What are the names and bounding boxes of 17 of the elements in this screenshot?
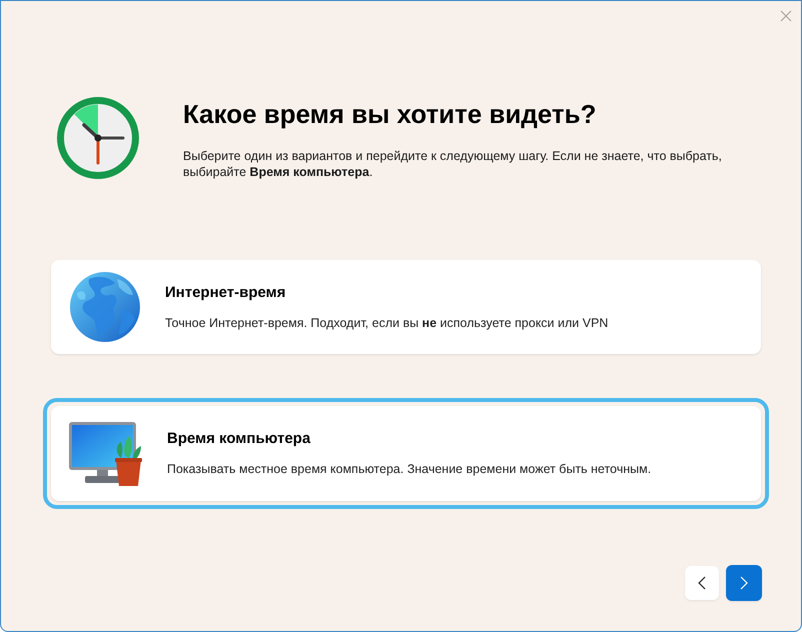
option-card[interactable]: Интернет-время Точное Интернет-время. Подходит, если вы не используете прокси или VPN (51, 260, 761, 354)
monitor-with-plant-icon (69, 422, 143, 486)
dialog-description: Выберите один из вариантов и перейдите к следующему шагу. Если не знаете, что выбрать, выбирайте Время компьютера. (183, 148, 723, 180)
option-title: Интернет-время (165, 284, 287, 302)
globe-icon (69, 271, 141, 343)
close-icon (780, 10, 792, 22)
close-button[interactable] (780, 10, 792, 22)
back-button[interactable] (685, 566, 719, 600)
next-button[interactable] (726, 565, 762, 601)
option-title: Время компьютера (167, 430, 312, 448)
clock-icon (57, 97, 139, 179)
option-description: Показывать местное время компьютера. Значение времени может быть неточным. (167, 461, 652, 477)
option-card[interactable]: Время компьютера Показывать местное время компьютера. Значение времени может быть неточным. (43, 398, 769, 509)
chevron-right-icon (740, 576, 748, 590)
dialog-title: Какое время вы хотите видеть? (183, 99, 598, 129)
option-description: Точное Интернет-время. Подходит, если вы не используете прокси или VPN (165, 314, 608, 330)
chevron-left-icon (698, 576, 706, 590)
